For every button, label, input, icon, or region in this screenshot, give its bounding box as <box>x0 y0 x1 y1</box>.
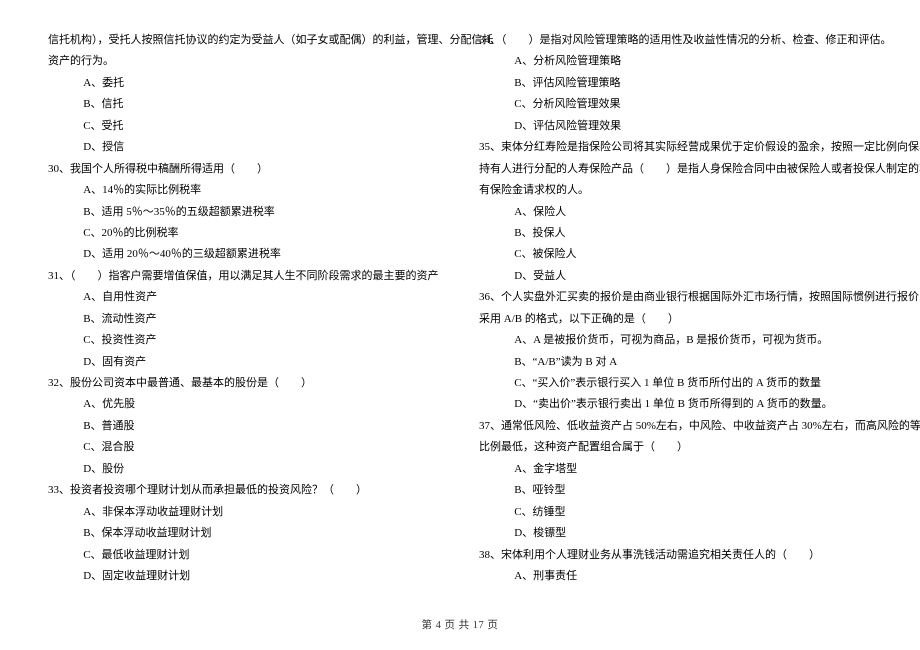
q37-stem-2: 比例最低，这种资产配置组合属于（ ） <box>479 437 872 458</box>
q33-option-a: A、非保本浮动收益理财计划 <box>48 502 441 523</box>
q32-option-c: C、混合股 <box>48 437 441 458</box>
q36-option-a: A、A 是被报价货币，可视为商品，B 是报价货币，可视为货币。 <box>479 330 872 351</box>
q30-option-a: A、14％的实际比例税率 <box>48 180 441 201</box>
q35-option-d: D、受益人 <box>479 266 872 287</box>
q37-option-d: D、梭镖型 <box>479 523 872 544</box>
q30-option-b: B、适用 5％～35％的五级超额累进税率 <box>48 202 441 223</box>
q31-option-c: C、投资性资产 <box>48 330 441 351</box>
q36-option-d: D、“卖出价”表示银行卖出 1 单位 B 货币所得到的 A 货币的数量。 <box>479 394 872 415</box>
q31-stem: 31、（ ）指客户需要增值保值，用以满足其人生不同阶段需求的最主要的资产 <box>48 266 441 287</box>
left-column: 信托机构），受托人按照信托协议的约定为受益人（如子女或配偶）的利益，管理、分配信… <box>48 30 441 587</box>
q29-option-c: C、受托 <box>48 116 441 137</box>
q33-option-b: B、保本浮动收益理财计划 <box>48 523 441 544</box>
q32-stem: 32、股份公司资本中最普通、最基本的股份是（ ） <box>48 373 441 394</box>
q33-option-d: D、固定收益理财计划 <box>48 566 441 587</box>
q35-option-a: A、保险人 <box>479 202 872 223</box>
q29-intro-2: 资产的行为。 <box>48 51 441 72</box>
q36-option-c: C、“买入价”表示银行买入 1 单位 B 货币所付出的 A 货币的数量 <box>479 373 872 394</box>
q37-stem-1: 37、通常低风险、低收益资产占 50%左右，中风险、中收益资产占 30%左右，而… <box>479 416 872 437</box>
q38-option-a: A、刑事责任 <box>479 566 872 587</box>
q37-option-c: C、纺锤型 <box>479 502 872 523</box>
q34-option-c: C、分析风险管理效果 <box>479 94 872 115</box>
q32-option-b: B、普通股 <box>48 416 441 437</box>
q35-option-c: C、被保险人 <box>479 244 872 265</box>
q35-stem-2: 持有人进行分配的人寿保险产品（ ）是指人身保险合同中由被保险人或者投保人制定的享 <box>479 159 872 180</box>
q30-stem: 30、我国个人所得税中稿酬所得适用（ ） <box>48 159 441 180</box>
q31-option-d: D、固有资产 <box>48 352 441 373</box>
q34-option-b: B、评估风险管理策略 <box>479 73 872 94</box>
q30-option-d: D、适用 20％～40％的三级超额累进税率 <box>48 244 441 265</box>
q29-option-a: A、委托 <box>48 73 441 94</box>
q34-stem: 34、（ ）是指对风险管理策略的适用性及收益性情况的分析、检查、修正和评估。 <box>479 30 872 51</box>
q29-option-d: D、授信 <box>48 137 441 158</box>
q35-stem-1: 35、束体分红寿险是指保险公司将其实际经营成果优于定价假设的盈余，按照一定比例向… <box>479 137 872 158</box>
q30-option-c: C、20％的比例税率 <box>48 223 441 244</box>
q34-option-a: A、分析风险管理策略 <box>479 51 872 72</box>
q31-option-b: B、流动性资产 <box>48 309 441 330</box>
q33-stem: 33、投资者投资哪个理财计划从而承担最低的投资风险？（ ） <box>48 480 441 501</box>
q32-option-d: D、股份 <box>48 459 441 480</box>
q36-stem-2: 采用 A/B 的格式，以下正确的是（ ） <box>479 309 872 330</box>
q29-option-b: B、信托 <box>48 94 441 115</box>
q36-option-b: B、“A/B”读为 B 对 A <box>479 352 872 373</box>
q36-stem-1: 36、个人实盘外汇买卖的报价是由商业银行根据国际外汇市场行情，按照国际惯例进行报… <box>479 287 872 308</box>
q34-option-d: D、评估风险管理效果 <box>479 116 872 137</box>
q37-option-b: B、哑铃型 <box>479 480 872 501</box>
q29-intro-1: 信托机构），受托人按照信托协议的约定为受益人（如子女或配偶）的利益，管理、分配信… <box>48 30 441 51</box>
q37-option-a: A、金字塔型 <box>479 459 872 480</box>
q35-option-b: B、投保人 <box>479 223 872 244</box>
q31-option-a: A、自用性资产 <box>48 287 441 308</box>
q35-stem-3: 有保险金请求权的人。 <box>479 180 872 201</box>
q33-option-c: C、最低收益理财计划 <box>48 545 441 566</box>
page-footer: 第 4 页 共 17 页 <box>0 616 920 636</box>
right-column: 34、（ ）是指对风险管理策略的适用性及收益性情况的分析、检查、修正和评估。 A… <box>479 30 872 587</box>
q32-option-a: A、优先股 <box>48 394 441 415</box>
q38-stem: 38、宋体利用个人理财业务从事洗钱活动需追究相关责任人的（ ） <box>479 545 872 566</box>
exam-page: 信托机构），受托人按照信托协议的约定为受益人（如子女或配偶）的利益，管理、分配信… <box>0 0 920 587</box>
